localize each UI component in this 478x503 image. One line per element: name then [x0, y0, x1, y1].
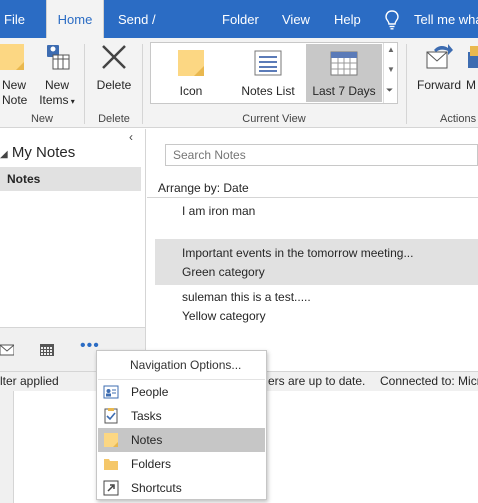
note-title: suleman this is a test..... — [182, 290, 311, 304]
current-view-gallery: Icon Notes List Last 7 Days ▲ ▼ ⏷ — [150, 42, 398, 104]
tab-home[interactable]: Home — [46, 0, 104, 38]
pane-edge — [0, 391, 14, 503]
folder-icon — [104, 459, 118, 470]
chevron-down-icon[interactable]: ▼ — [387, 65, 395, 74]
chevron-up-icon[interactable]: ▲ — [387, 45, 395, 54]
tab-file[interactable]: File — [4, 0, 32, 38]
more-actions-button[interactable]: M — [466, 42, 478, 93]
menu-item-label: People — [131, 385, 169, 399]
ribbon-separator — [406, 44, 407, 124]
collapse-pane-icon[interactable]: ‹ — [129, 130, 133, 144]
note-title: Important events in the tomorrow meeting… — [182, 246, 414, 260]
new-items-label-2: Items ▾ — [39, 93, 75, 107]
lightbulb-icon — [385, 10, 399, 30]
view-icon-option[interactable]: Icon — [153, 44, 229, 102]
note-category: Yellow category — [182, 309, 266, 323]
gallery-more-icon[interactable]: ⏷ — [386, 85, 393, 96]
group-label-delete: Delete — [98, 113, 130, 125]
update-status: ers are up to date. — [268, 374, 366, 388]
note-item-selected[interactable]: Important events in the tomorrow meeting… — [155, 239, 478, 285]
filter-status: lter applied — [0, 374, 59, 388]
tell-me-search[interactable]: Tell me wha — [414, 0, 478, 38]
notes-list-pane: Arrange by: Date I am iron man Important… — [147, 129, 478, 371]
group-label-new: New — [30, 113, 53, 125]
view-last-7-days-option[interactable]: Last 7 Days — [306, 44, 382, 102]
menu-item-tasks[interactable]: Tasks — [98, 404, 265, 428]
menu-item-label: Notes — [131, 433, 163, 447]
tab-help[interactable]: Help — [334, 0, 364, 38]
tab-folder[interactable]: Folder — [222, 0, 262, 38]
actions-icon — [468, 46, 478, 68]
chevron-expanded-icon[interactable]: ◢ — [0, 149, 8, 160]
new-note-icon — [0, 44, 24, 70]
new-items-button[interactable]: New Items ▾ — [36, 42, 78, 109]
my-notes-header[interactable]: ◢ My Notes — [0, 144, 75, 161]
ribbon-separator — [84, 44, 85, 124]
mail-icon[interactable] — [0, 344, 14, 356]
view-notes-list-option[interactable]: Notes List — [231, 44, 305, 102]
tab-send-receive[interactable]: Send / Receive — [118, 0, 202, 67]
connection-status: Connected to: Micr — [380, 374, 478, 388]
forward-icon — [426, 44, 453, 69]
view-last-7-days-label: Last 7 Days — [312, 84, 376, 98]
arrange-by-header[interactable]: Arrange by: Date — [147, 180, 478, 198]
forward-label: Forward — [416, 78, 461, 92]
new-note-label-2: Note — [2, 93, 28, 107]
gallery-scroll[interactable]: ▲ ▼ ⏷ — [383, 43, 398, 103]
delete-x-icon — [102, 45, 126, 69]
search-notes-input[interactable] — [165, 144, 478, 166]
note-title: I am iron man — [182, 204, 256, 218]
note-icon-view-icon — [178, 50, 204, 76]
menu-item-people[interactable]: People — [98, 380, 265, 404]
delete-label: Delete — [96, 78, 132, 92]
note-item[interactable]: suleman this is a test..... Yellow categ… — [155, 285, 478, 331]
delete-button[interactable]: Delete — [92, 42, 136, 93]
more-actions-label: M — [466, 78, 476, 92]
view-notes-list-label: Notes List — [241, 84, 295, 98]
menu-item-label: Shortcuts — [131, 481, 182, 495]
shortcut-icon — [103, 480, 119, 496]
folder-pane: ‹ ◢ My Notes Notes — [0, 129, 146, 327]
view-icon-label: Icon — [179, 84, 203, 98]
notes-icon — [104, 433, 118, 447]
new-items-icon — [47, 45, 70, 70]
calendar-icon — [330, 51, 358, 76]
tasks-icon — [104, 408, 118, 424]
menu-item-notes[interactable]: Notes — [98, 428, 265, 452]
people-icon — [103, 385, 119, 399]
ribbon-tab-bar: File Home Send / Receive Folder View Hel… — [0, 0, 478, 67]
menu-item-folders[interactable]: Folders — [98, 452, 265, 476]
note-item[interactable]: I am iron man — [155, 199, 478, 225]
forward-button[interactable]: Forward — [414, 42, 464, 93]
new-note-button[interactable]: New Note — [0, 42, 30, 108]
ribbon-separator — [142, 44, 143, 124]
calendar-nav-icon[interactable] — [40, 344, 54, 356]
menu-item-label: Folders — [131, 457, 172, 471]
menu-item-label: Tasks — [131, 409, 162, 423]
group-label-current-view: Current View — [242, 113, 306, 125]
tab-view[interactable]: View — [282, 0, 312, 38]
new-items-label-1: New — [44, 78, 69, 92]
new-note-label-1: New — [2, 78, 27, 92]
menu-item-shortcuts[interactable]: Shortcuts — [98, 476, 265, 500]
navigation-options-item[interactable]: Navigation Options... — [130, 358, 241, 372]
group-label-actions: Actions — [440, 113, 477, 125]
navigation-options-menu: Navigation Options... People Tasks Notes… — [96, 350, 267, 500]
folder-item-notes[interactable]: Notes — [0, 167, 141, 191]
ribbon: New Note New Items ▾ New Delete Delete I… — [0, 38, 478, 128]
note-category: Green category — [182, 265, 265, 279]
notes-list-icon — [254, 50, 282, 76]
